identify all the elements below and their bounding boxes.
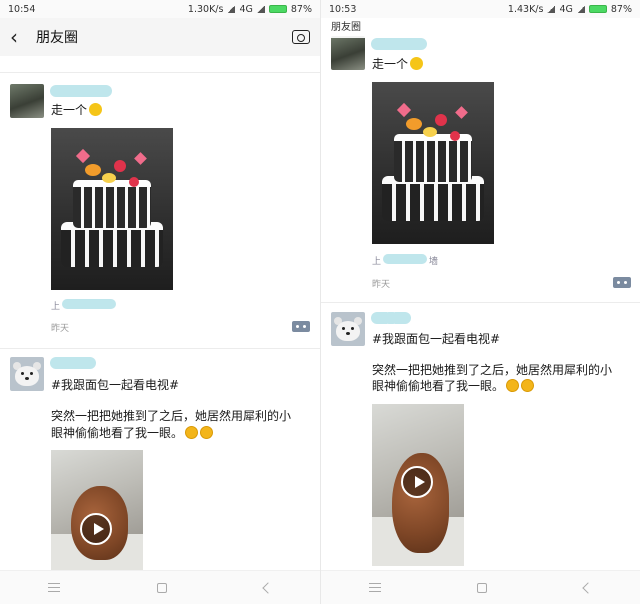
post-time: 昨天 (372, 280, 391, 290)
camera-icon[interactable] (292, 30, 310, 44)
battery-icon (268, 5, 287, 13)
smile-emoji-icon (410, 57, 424, 70)
post-photo[interactable] (372, 82, 494, 244)
post-time: 昨天 (51, 324, 70, 334)
blurred-username[interactable] (371, 38, 427, 50)
status-time: 10:54 (8, 3, 36, 15)
moments-header: ‹ 朋友圈 (0, 18, 320, 56)
avatar[interactable] (10, 84, 44, 118)
divider (321, 302, 640, 303)
network-speed: 1.30K/s (187, 3, 224, 15)
comment-icon[interactable] (292, 321, 310, 332)
blurred-location (383, 254, 427, 264)
blurred-username[interactable] (50, 357, 96, 369)
location-tail: 墙 (429, 257, 439, 267)
home-icon[interactable] (156, 582, 167, 593)
status-bar: 10:54 1.30K/s 4G 87% (0, 0, 320, 18)
blurred-username[interactable] (371, 312, 411, 324)
post-body-line2: 眼神偷偷地看了我一眼。 (372, 378, 535, 395)
status-bar: 10:53 1.43K/s 4G 87% (321, 0, 640, 18)
network-speed: 1.43K/s (507, 3, 544, 15)
post-body-line1: 突然一把把她推到了之后，她居然用犀利的小 (51, 409, 292, 423)
back-nav-icon[interactable] (582, 581, 594, 594)
comment-icon[interactable] (613, 277, 631, 288)
smile-emoji-icon (89, 103, 103, 116)
menu-icon[interactable] (48, 583, 61, 592)
post-text: 走一个 (51, 102, 103, 119)
post-text: 走一个 (372, 56, 424, 73)
post-body-line1: 突然一把把她推到了之后，她居然用犀利的小 (372, 363, 613, 377)
signal-icon (547, 5, 556, 13)
post-hashtag[interactable]: #我跟面包一起看电视# (372, 331, 500, 348)
home-icon[interactable] (477, 582, 488, 593)
signal-icon (227, 5, 236, 13)
menu-icon[interactable] (369, 583, 382, 592)
signal-icon (256, 5, 265, 13)
location-label[interactable]: 上 (51, 299, 60, 312)
battery-icon (588, 5, 607, 13)
post-video[interactable] (51, 450, 143, 570)
laugh-emoji-icon (200, 426, 214, 439)
laugh-emoji-icon (521, 379, 535, 392)
avatar[interactable] (331, 36, 365, 70)
post-body-line2: 眼神偷偷地看了我一眼。 (51, 425, 214, 442)
back-nav-icon[interactable] (261, 581, 274, 594)
post-video[interactable] (372, 404, 464, 566)
play-icon[interactable] (401, 466, 433, 498)
divider (0, 72, 320, 73)
post-hashtag[interactable]: #我跟面包一起看电视# (51, 377, 179, 394)
location-label[interactable]: 上 (372, 254, 381, 267)
page-title: 朋友圈 (321, 18, 640, 38)
left-screen: 10:54 1.30K/s 4G 87% ‹ 朋友圈 走一个 上 昨天 #我跟面… (0, 0, 320, 604)
network-type: 4G (239, 3, 253, 15)
network-type: 4G (559, 3, 573, 15)
divider (0, 348, 320, 349)
android-nav-bar (0, 570, 320, 604)
blurred-username[interactable] (50, 85, 112, 97)
back-icon[interactable]: ‹ (10, 25, 32, 49)
battery-percent: 87% (290, 3, 312, 15)
status-time: 10:53 (329, 3, 357, 15)
laugh-emoji-icon (185, 426, 199, 439)
laugh-emoji-icon (506, 379, 520, 392)
right-screen: 10:53 1.43K/s 4G 87% 朋友圈 走一个 上 墙 昨天 #我跟面… (320, 0, 640, 604)
android-nav-bar (321, 570, 640, 604)
blurred-location (62, 299, 116, 309)
signal-icon (576, 5, 585, 13)
avatar[interactable] (10, 357, 44, 391)
post-photo[interactable] (51, 128, 173, 290)
play-icon[interactable] (80, 513, 112, 545)
avatar[interactable] (331, 312, 365, 346)
page-title: 朋友圈 (36, 30, 78, 46)
battery-percent: 87% (610, 3, 632, 15)
